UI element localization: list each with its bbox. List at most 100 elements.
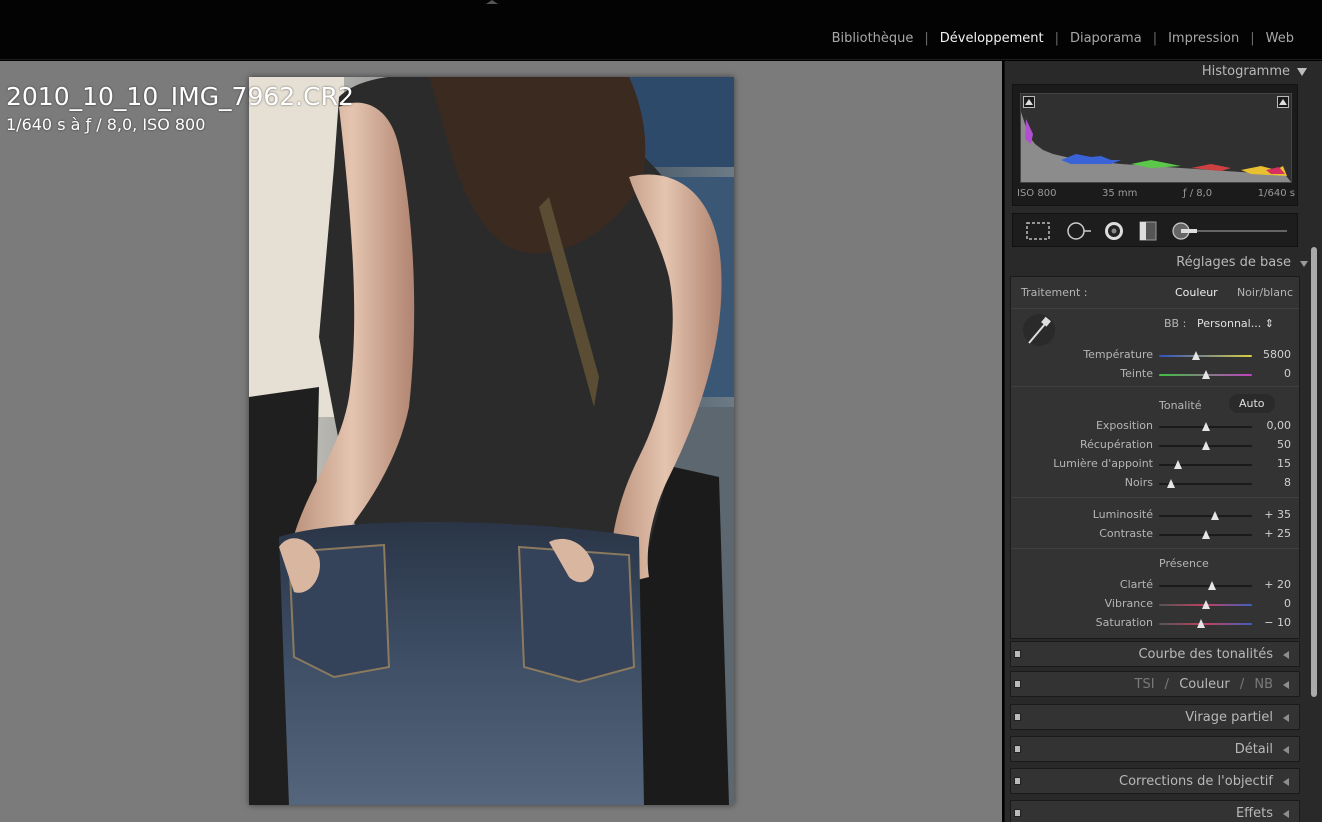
highlight-clipping-icon[interactable] — [1277, 96, 1289, 108]
slider-track[interactable] — [1159, 511, 1252, 520]
slider-value[interactable]: 15 — [1277, 457, 1291, 470]
graduated-filter-icon[interactable] — [1137, 221, 1159, 241]
slider-label: Vibrance — [1104, 597, 1153, 610]
slider-track[interactable] — [1159, 351, 1252, 360]
slider-track[interactable] — [1159, 581, 1252, 590]
slider-value[interactable]: − 10 — [1264, 616, 1291, 629]
image-viewer[interactable]: 2010_10_10_IMG_7962.CR2 1/640 s à ƒ / 8,… — [0, 61, 1002, 822]
divider — [1011, 308, 1299, 309]
slider-value[interactable]: + 20 — [1264, 578, 1291, 591]
slider-track[interactable] — [1159, 619, 1252, 628]
hsl-panel-header[interactable]: TSI / Couleur / NB — [1010, 671, 1300, 697]
collapse-triangle-icon[interactable] — [1300, 261, 1308, 267]
collapse-triangle-icon[interactable] — [1297, 68, 1307, 76]
slider-thumb[interactable] — [1201, 600, 1210, 609]
slider-thumb[interactable] — [1196, 619, 1205, 628]
tab-color[interactable]: Couleur — [1179, 677, 1229, 692]
slider-value[interactable]: 50 — [1277, 438, 1291, 451]
slider-value[interactable]: 8 — [1284, 476, 1291, 489]
expand-chevron-icon[interactable] — [1283, 714, 1289, 722]
split-toning-panel-header[interactable]: Virage partiel — [1010, 704, 1300, 730]
slider-thumb[interactable] — [1201, 370, 1210, 379]
photo-preview[interactable] — [249, 77, 734, 805]
panel-switch-icon[interactable] — [1014, 680, 1021, 688]
slider-clarity[interactable]: Clarté + 20 — [1011, 577, 1299, 593]
shadow-clipping-icon[interactable] — [1023, 96, 1035, 108]
slider-thumb[interactable] — [1192, 351, 1201, 360]
module-picker-bar: Bibliothèque | Développement | Diaporama… — [0, 0, 1322, 60]
wb-eyedropper-icon[interactable] — [1019, 313, 1059, 347]
tone-curve-panel-header[interactable]: Courbe des tonalités — [1010, 641, 1300, 667]
slider-track[interactable] — [1159, 530, 1252, 539]
slider-value[interactable]: 0 — [1284, 597, 1291, 610]
detail-panel-header[interactable]: Détail — [1010, 736, 1300, 762]
panel-switch-icon[interactable] — [1014, 650, 1021, 658]
slider-blacks[interactable]: Noirs 8 — [1011, 475, 1299, 491]
slider-thumb[interactable] — [1210, 511, 1219, 520]
expand-chevron-icon[interactable] — [1283, 651, 1289, 659]
slider-track[interactable] — [1159, 422, 1252, 431]
histogram-title: Histogramme — [1201, 64, 1290, 79]
tool-strip — [1012, 213, 1298, 247]
slider-thumb[interactable] — [1208, 581, 1216, 590]
slider-label: Teinte — [1120, 367, 1153, 380]
expand-chevron-icon[interactable] — [1283, 746, 1289, 754]
panel-switch-icon[interactable] — [1014, 713, 1021, 721]
slider-tint[interactable]: Teinte 0 — [1011, 366, 1299, 382]
slider-fill-light[interactable]: Lumière d'appoint 15 — [1011, 456, 1299, 472]
split-toning-title: Virage partiel — [1185, 710, 1273, 725]
slider-value[interactable]: 0 — [1284, 367, 1291, 380]
module-slideshow[interactable]: Diaporama — [1068, 31, 1144, 46]
panel-switch-icon[interactable] — [1014, 777, 1021, 785]
expand-chevron-icon[interactable] — [1283, 810, 1289, 818]
spot-removal-icon[interactable] — [1065, 221, 1093, 241]
slider-thumb[interactable] — [1201, 441, 1210, 450]
slider-vibrance[interactable]: Vibrance 0 — [1011, 596, 1299, 612]
histogram-graph[interactable] — [1020, 93, 1292, 183]
slider-thumb[interactable] — [1167, 479, 1176, 488]
module-print[interactable]: Impression — [1166, 31, 1241, 46]
effects-panel-header[interactable]: Effets — [1010, 800, 1300, 822]
module-library[interactable]: Bibliothèque — [830, 31, 916, 46]
module-develop[interactable]: Développement — [938, 31, 1046, 46]
slider-recovery[interactable]: Récupération 50 — [1011, 437, 1299, 453]
slider-brightness[interactable]: Luminosité + 35 — [1011, 507, 1299, 523]
auto-tone-button[interactable]: Auto — [1229, 394, 1275, 413]
module-web[interactable]: Web — [1264, 31, 1296, 46]
slider-temperature[interactable]: Température 5800 — [1011, 347, 1299, 363]
slider-track[interactable] — [1159, 600, 1252, 609]
panel-switch-icon[interactable] — [1014, 809, 1021, 817]
red-eye-icon[interactable] — [1103, 221, 1125, 241]
treatment-color-option[interactable]: Couleur — [1175, 286, 1218, 299]
top-panel-toggle-icon[interactable] — [486, 0, 498, 4]
slider-contrast[interactable]: Contraste + 25 — [1011, 526, 1299, 542]
slider-thumb[interactable] — [1173, 460, 1182, 469]
wb-preset-select[interactable]: Personnal... ⇕ — [1197, 317, 1274, 330]
basic-panel-header[interactable]: Réglages de base — [1005, 252, 1322, 274]
slider-exposure[interactable]: Exposition 0,00 — [1011, 418, 1299, 434]
slider-saturation[interactable]: Saturation − 10 — [1011, 615, 1299, 631]
tab-tsi[interactable]: TSI — [1135, 677, 1155, 692]
tab-nb[interactable]: NB — [1254, 677, 1273, 692]
lens-corrections-panel-header[interactable]: Corrections de l'objectif — [1010, 768, 1300, 794]
slider-track[interactable] — [1159, 441, 1252, 450]
panel-scrollbar[interactable] — [1311, 247, 1317, 697]
treatment-bw-option[interactable]: Noir/blanc — [1237, 286, 1293, 299]
slider-track[interactable] — [1159, 370, 1252, 379]
slider-track[interactable] — [1159, 460, 1252, 469]
slider-track[interactable] — [1159, 479, 1252, 488]
slider-thumb[interactable] — [1201, 422, 1210, 431]
histogram-focal: 35 mm — [1102, 188, 1138, 199]
slider-value[interactable]: + 25 — [1264, 527, 1291, 540]
expand-chevron-icon[interactable] — [1283, 681, 1289, 689]
slider-value[interactable]: 0,00 — [1267, 419, 1292, 432]
panel-switch-icon[interactable] — [1014, 745, 1021, 753]
slider-value[interactable]: + 35 — [1264, 508, 1291, 521]
adjustment-brush-icon[interactable] — [1171, 221, 1289, 241]
expand-chevron-icon[interactable] — [1283, 778, 1289, 786]
histogram-header[interactable]: Histogramme — [1005, 61, 1322, 83]
slider-value[interactable]: 5800 — [1263, 348, 1291, 361]
crop-icon[interactable] — [1025, 221, 1051, 241]
basic-panel: Traitement : Couleur Noir/blanc BB : Per… — [1010, 276, 1300, 639]
slider-thumb[interactable] — [1201, 530, 1210, 539]
